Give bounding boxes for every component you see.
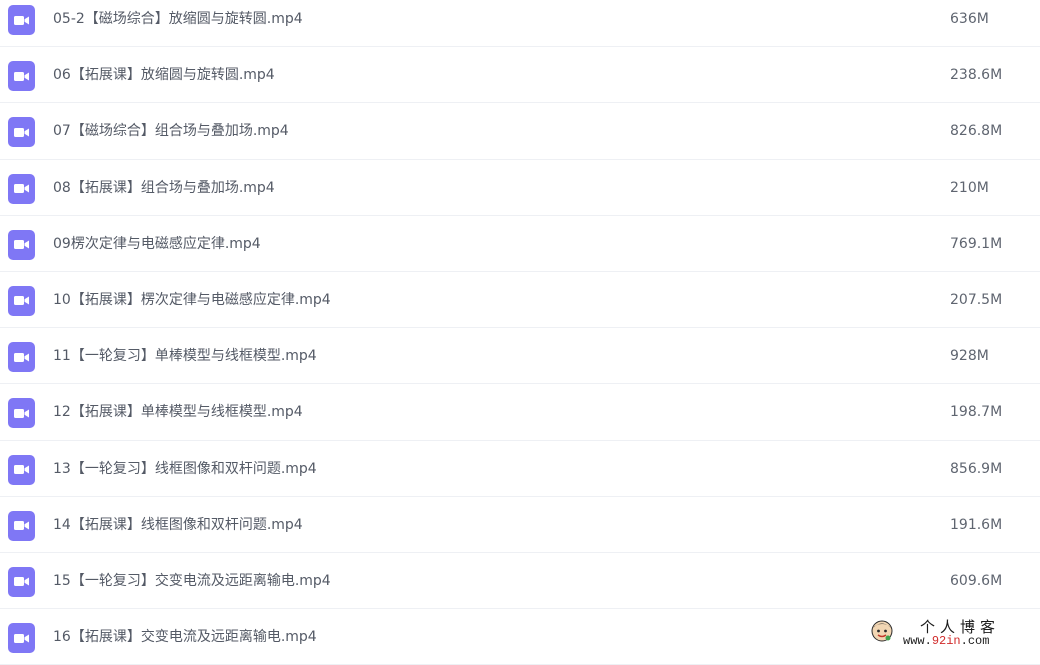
file-row[interactable]: 09楞次定律与电磁感应定律.mp4 769.1M xyxy=(0,216,1040,272)
video-file-icon xyxy=(8,285,35,316)
file-row[interactable]: 08【拓展课】组合场与叠加场.mp4 210M xyxy=(0,160,1040,216)
watermark-url-accent: 92in xyxy=(931,634,961,648)
file-name[interactable]: 14【拓展课】线框图像和双杆问题.mp4 xyxy=(53,497,303,553)
file-row[interactable]: 10【拓展课】楞次定律与电磁感应定律.mp4 207.5M xyxy=(0,272,1040,329)
file-row[interactable]: 15【一轮复习】交变电流及远距离输电.mp4 609.6M xyxy=(0,553,1040,610)
watermark-url-suffix: .com xyxy=(960,634,990,648)
video-file-icon xyxy=(8,566,35,597)
video-file-icon xyxy=(8,623,35,654)
file-size: 207.5M xyxy=(950,291,1003,308)
video-file-icon xyxy=(8,173,35,204)
video-file-icon xyxy=(8,61,35,92)
file-name[interactable]: 07【磁场综合】组合场与叠加场.mp4 xyxy=(53,103,289,159)
video-file-icon xyxy=(8,454,35,485)
file-name[interactable]: 11【一轮复习】单棒模型与线框模型.mp4 xyxy=(53,328,317,384)
file-list: 05-2【磁场综合】放缩圆与旋转圆.mp4 636M 06【拓展课】放缩圆与旋转… xyxy=(0,0,1040,665)
file-name[interactable]: 10【拓展课】楞次定律与电磁感应定律.mp4 xyxy=(53,272,331,328)
file-name[interactable]: 08【拓展课】组合场与叠加场.mp4 xyxy=(53,160,275,216)
file-name[interactable]: 16【拓展课】交变电流及远距离输电.mp4 xyxy=(53,609,317,665)
file-name[interactable]: 12【拓展课】单棒模型与线框模型.mp4 xyxy=(53,384,303,440)
file-size: 609.6M xyxy=(950,572,1003,589)
video-file-icon xyxy=(8,229,35,260)
file-size: 769.1M xyxy=(950,235,1003,252)
file-name[interactable]: 06【拓展课】放缩圆与旋转圆.mp4 xyxy=(53,47,275,103)
file-row[interactable]: 14【拓展课】线框图像和双杆问题.mp4 191.6M xyxy=(0,497,1040,553)
file-row[interactable]: 12【拓展课】单棒模型与线框模型.mp4 198.7M xyxy=(0,384,1040,441)
file-row[interactable]: 07【磁场综合】组合场与叠加场.mp4 826.8M xyxy=(0,103,1040,160)
file-size: 198.7M xyxy=(950,404,1003,421)
video-file-icon xyxy=(8,117,35,148)
file-size: 856.9M xyxy=(950,460,1003,477)
file-row[interactable]: 05-2【磁场综合】放缩圆与旋转圆.mp4 636M xyxy=(0,0,1040,48)
file-name[interactable]: 09楞次定律与电磁感应定律.mp4 xyxy=(53,216,261,272)
file-size: 826.8M xyxy=(950,123,1003,140)
file-size: 191.6M xyxy=(950,516,1003,533)
video-file-icon xyxy=(8,342,35,373)
video-file-icon xyxy=(8,510,35,541)
watermark-url-prefix: www. xyxy=(903,634,932,648)
site-watermark: 个人博客 www.92in.com xyxy=(866,616,1036,652)
file-name[interactable]: 13【一轮复习】线框图像和双杆问题.mp4 xyxy=(53,441,317,497)
file-size: 210M xyxy=(950,179,989,196)
video-file-icon xyxy=(8,398,35,429)
file-row[interactable]: 06【拓展课】放缩圆与旋转圆.mp4 238.6M xyxy=(0,47,1040,104)
file-row[interactable]: 13【一轮复习】线框图像和双杆问题.mp4 856.9M xyxy=(0,441,1040,497)
watermark-url: www.92in.com xyxy=(903,634,989,648)
file-size: 636M xyxy=(950,11,989,27)
file-name[interactable]: 15【一轮复习】交变电流及远距离输电.mp4 xyxy=(53,553,331,609)
file-size: 928M xyxy=(950,348,989,365)
file-name[interactable]: 05-2【磁场综合】放缩圆与旋转圆.mp4 xyxy=(53,0,303,47)
cartoon-avatar-icon xyxy=(870,619,894,643)
video-file-icon xyxy=(8,5,35,35)
file-row[interactable]: 11【一轮复习】单棒模型与线框模型.mp4 928M xyxy=(0,328,1040,385)
file-size: 238.6M xyxy=(950,67,1003,84)
